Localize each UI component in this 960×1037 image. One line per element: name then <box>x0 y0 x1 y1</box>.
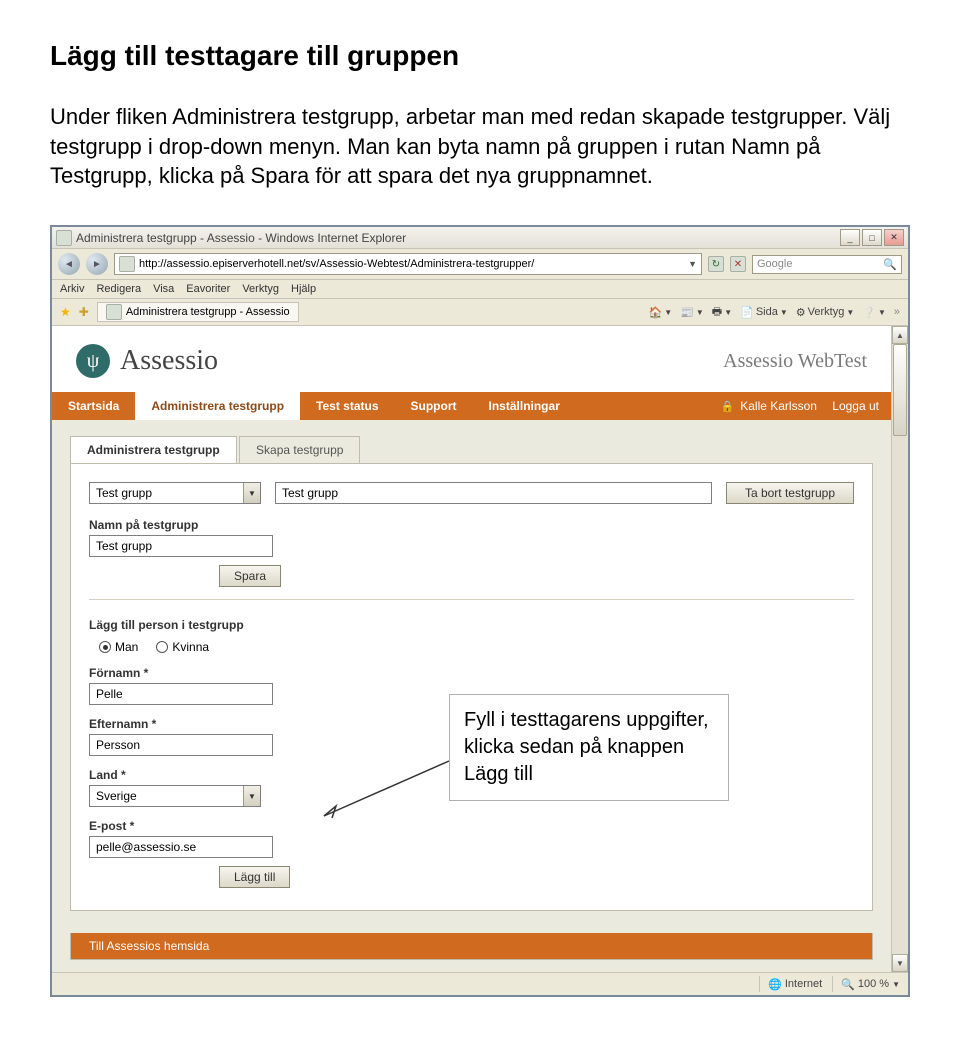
refresh-icon[interactable]: ↻ <box>708 256 724 272</box>
brand-name: Assessio <box>120 345 218 377</box>
search-icon[interactable]: 🔍 <box>883 258 897 271</box>
firstname-label: Förnamn * <box>89 666 854 680</box>
footer-link-bar: Till Assessios hemsida <box>70 933 873 960</box>
nav-support[interactable]: Support <box>395 392 473 420</box>
tab-title: Administrera testgrupp - Assessio <box>126 306 290 318</box>
nav-installningar[interactable]: Inställningar <box>473 392 576 420</box>
group-name-label: Namn på testgrupp <box>89 518 854 532</box>
vertical-scrollbar[interactable]: ▲ ▼ <box>891 326 908 972</box>
form-panel: Test grupp ▼ Test grupp Ta bort testgrup… <box>70 463 873 911</box>
subtab-skapa[interactable]: Skapa testgrupp <box>239 436 360 463</box>
radio-kvinna[interactable]: Kvinna <box>156 640 209 654</box>
window-title-bar: Administrera testgrupp - Assessio - Wind… <box>52 227 908 249</box>
browser-tab[interactable]: Administrera testgrupp - Assessio <box>97 302 299 322</box>
zone-label: Internet <box>785 978 822 990</box>
menu-verktyg[interactable]: Verktyg <box>242 283 279 295</box>
menu-arkiv[interactable]: Arkiv <box>60 283 84 295</box>
lastname-field[interactable]: Persson <box>89 734 273 756</box>
subtab-administrera[interactable]: Administrera testgrupp <box>70 436 237 463</box>
product-name: Assessio WebTest <box>723 350 867 373</box>
feeds-icon[interactable]: 📰▼ <box>680 306 704 319</box>
search-text: Google <box>757 258 879 270</box>
scroll-up-icon[interactable]: ▲ <box>892 326 908 344</box>
radio-icon <box>99 641 111 653</box>
logout-link[interactable]: Logga ut <box>832 399 879 413</box>
user-name: Kalle Karlsson <box>740 399 817 413</box>
firstname-field[interactable]: Pelle <box>89 683 273 705</box>
back-button[interactable]: ◄ <box>58 253 80 275</box>
favorites-bar: ★ ✚ Administrera testgrupp - Assessio 🏠▼… <box>52 299 908 326</box>
lock-icon: 🔒 <box>721 400 735 413</box>
add-person-heading: Lägg till person i testgrupp <box>89 618 854 632</box>
url-field[interactable]: http://assessio.episerverhotell.net/sv/A… <box>114 253 702 275</box>
chevron-down-icon[interactable]: ▼ <box>243 786 260 806</box>
search-box[interactable]: Google 🔍 <box>752 255 902 274</box>
add-button[interactable]: Lägg till <box>219 866 290 888</box>
nav-startsida[interactable]: Startsida <box>52 392 135 420</box>
footer-home-link[interactable]: Till Assessios hemsida <box>89 939 209 953</box>
stop-icon[interactable]: ✕ <box>730 256 746 272</box>
callout-arrow <box>314 756 454 826</box>
favorites-star-icon[interactable]: ★ <box>60 305 71 319</box>
menu-hjalp[interactable]: Hjälp <box>291 283 316 295</box>
maximize-button[interactable]: □ <box>862 229 882 246</box>
ie-icon <box>56 230 72 246</box>
chevron-down-icon[interactable]: ▼ <box>243 483 260 503</box>
browser-window: Administrera testgrupp - Assessio - Wind… <box>50 225 910 997</box>
intro-paragraph: Under fliken Administrera testgrupp, arb… <box>50 102 910 191</box>
dropdown-icon[interactable]: ▼ <box>688 259 697 269</box>
email-label: E-post * <box>89 819 854 833</box>
menu-visa[interactable]: Visa <box>153 283 174 295</box>
forward-button[interactable]: ► <box>86 253 108 275</box>
menu-redigera[interactable]: Redigera <box>96 283 141 295</box>
page-menu[interactable]: 📄 Sida▼ <box>740 306 788 319</box>
tools-menu[interactable]: ⚙ Verktyg▼ <box>796 306 854 319</box>
add-favorite-icon[interactable]: ✚ <box>79 305 89 319</box>
callout-text: Fyll i testtagarens uppgifter, klicka se… <box>464 709 709 785</box>
main-nav: Startsida Administrera testgrupp Test st… <box>52 392 891 420</box>
group-display-field: Test grupp <box>275 482 712 504</box>
remove-group-button[interactable]: Ta bort testgrupp <box>726 482 854 504</box>
group-name-field[interactable]: Test grupp <box>89 535 273 557</box>
scroll-down-icon[interactable]: ▼ <box>892 954 908 972</box>
logo-icon: ψ <box>76 344 110 378</box>
home-icon[interactable]: 🏠▼ <box>649 306 673 319</box>
nav-administrera[interactable]: Administrera testgrupp <box>135 392 300 420</box>
brand-header: ψ Assessio Assessio WebTest <box>52 326 891 392</box>
group-select[interactable]: Test grupp ▼ <box>89 482 261 504</box>
page-title: Lägg till testtagare till gruppen <box>50 40 910 72</box>
group-select-value: Test grupp <box>90 486 243 500</box>
radio-man[interactable]: Man <box>99 640 138 654</box>
menu-bar: Arkiv Redigera Visa Eavoriter Verktyg Hj… <box>52 280 908 299</box>
sub-tabs: Administrera testgrupp Skapa testgrupp <box>52 420 891 463</box>
scroll-thumb[interactable] <box>893 344 907 436</box>
globe-icon: 🌐 <box>768 978 782 991</box>
page-icon <box>119 256 135 272</box>
zoom-icon[interactable]: 🔍 <box>841 978 855 991</box>
country-value: Sverige <box>90 789 243 803</box>
status-bar: 🌐Internet 🔍100 % ▼ <box>52 972 908 995</box>
email-field[interactable]: pelle@assessio.se <box>89 836 273 858</box>
zoom-level: 100 % <box>858 978 889 990</box>
menu-favoriter[interactable]: Eavoriter <box>186 283 230 295</box>
country-select[interactable]: Sverige ▼ <box>89 785 261 807</box>
url-text: http://assessio.episerverhotell.net/sv/A… <box>139 258 684 270</box>
save-button[interactable]: Spara <box>219 565 281 587</box>
window-title: Administrera testgrupp - Assessio - Wind… <box>76 231 840 245</box>
address-bar: ◄ ► http://assessio.episerverhotell.net/… <box>52 249 908 280</box>
nav-teststatus[interactable]: Test status <box>300 392 394 420</box>
tab-icon <box>106 304 122 320</box>
minimize-button[interactable]: _ <box>840 229 860 246</box>
close-button[interactable]: ✕ <box>884 229 904 246</box>
print-icon[interactable]: 🖶▼ <box>712 303 732 322</box>
radio-icon <box>156 641 168 653</box>
callout-box: Fyll i testtagarens uppgifter, klicka se… <box>449 694 729 801</box>
help-icon[interactable]: ❔▼ <box>862 306 886 319</box>
